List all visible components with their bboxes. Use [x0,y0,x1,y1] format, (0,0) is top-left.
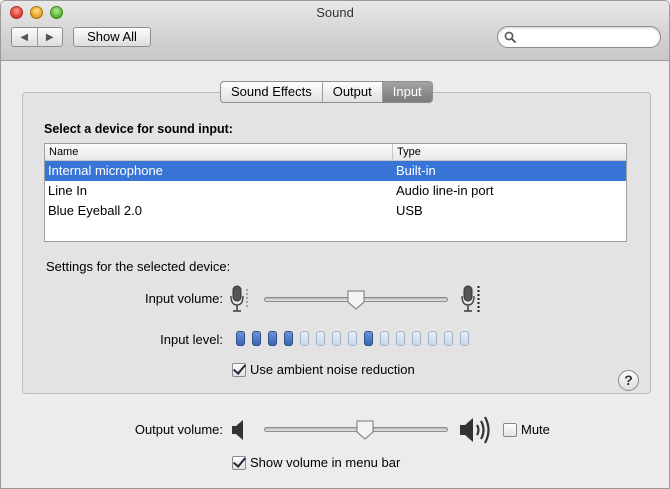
chevron-right-icon: ▶ [45,31,54,43]
tab-output[interactable]: Output [321,82,382,102]
microphone-high-icon [461,285,480,312]
level-segment [300,331,309,346]
level-segment [316,331,325,346]
input-device-table: Name Type Internal microphone Built-in L… [44,143,627,242]
level-segment [284,331,293,346]
output-volume-label: Output volume: [134,422,223,437]
forward-button[interactable]: ▶ [36,28,63,46]
level-segment [252,331,261,346]
input-volume-label: Input volume: [144,291,223,306]
input-level-label: Input level: [160,332,223,347]
level-segment [332,331,341,346]
column-header-type[interactable]: Type [393,144,626,160]
level-segment [348,331,357,346]
level-segment [428,331,437,346]
output-volume-slider-thumb[interactable] [356,420,374,440]
help-button[interactable]: ? [618,370,639,391]
table-row[interactable]: Internal microphone Built-in [45,161,626,181]
input-volume-slider-thumb[interactable] [347,290,365,310]
level-segment [460,331,469,346]
tab-input[interactable]: Input [381,82,432,102]
sound-preferences-window: Sound ◀ ▶ Show All Sound Effects Output … [0,0,670,489]
window-title: Sound [316,5,354,20]
speaker-high-icon [460,416,490,444]
show-all-button[interactable]: Show All [73,27,151,47]
back-button[interactable]: ◀ [12,28,37,46]
device-type: USB [396,203,423,218]
checkbox-box[interactable] [232,362,246,377]
chevron-left-icon: ◀ [20,31,29,43]
column-header-name[interactable]: Name [45,144,393,160]
back-forward-group: ◀ ▶ [11,27,63,47]
input-level-meter [236,331,469,346]
level-segment [268,331,277,346]
show-volume-checkbox[interactable]: Show volume in menu bar [232,455,400,470]
table-header: Name Type [45,144,626,161]
checkbox-box[interactable] [232,455,246,470]
tab-sound-effects[interactable]: Sound Effects [221,82,322,102]
level-segment [380,331,389,346]
checkbox-box[interactable] [503,422,517,437]
show-volume-label: Show volume in menu bar [250,455,401,470]
ambient-noise-label: Use ambient noise reduction [250,362,415,377]
search-icon [504,31,516,43]
device-name: Internal microphone [48,163,163,178]
table-row[interactable]: Blue Eyeball 2.0 USB [45,201,626,221]
device-name: Blue Eyeball 2.0 [48,203,142,218]
device-type: Audio line-in port [396,183,494,198]
level-segment [444,331,453,346]
table-row[interactable]: Line In Audio line-in port [45,181,626,201]
ambient-noise-checkbox[interactable]: Use ambient noise reduction [232,362,415,377]
microphone-low-icon [230,285,248,312]
mute-checkbox[interactable]: Mute [503,422,550,437]
settings-label: Settings for the selected device: [46,259,231,274]
device-type: Built-in [396,163,436,178]
speaker-low-icon [232,420,243,440]
level-segment [364,331,373,346]
mute-label: Mute [521,422,550,437]
device-name: Line In [48,183,88,198]
device-list-heading: Select a device for sound input: [44,122,233,136]
toolbar: Sound ◀ ▶ Show All [1,1,669,61]
search-field[interactable] [497,26,661,48]
level-segment [412,331,421,346]
level-segment [396,331,405,346]
level-segment [236,331,245,346]
tab-bar: Sound Effects Output Input [220,81,433,103]
input-settings-groupbox [22,92,651,394]
